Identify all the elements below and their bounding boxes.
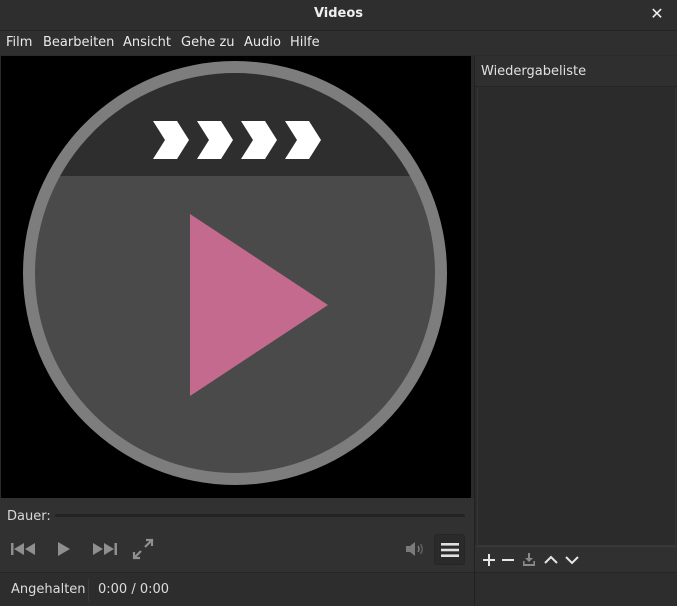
save-download-icon[interactable] [520, 551, 538, 569]
volume-icon[interactable] [404, 540, 426, 558]
hamburger-menu-icon[interactable] [434, 534, 465, 565]
seek-bar[interactable] [55, 514, 465, 517]
menu-bar: Film Bearbeiten Ansicht Gehe zu Audio Hi… [0, 31, 677, 55]
menu-film[interactable]: Film [6, 35, 32, 50]
menu-bearbeiten[interactable]: Bearbeiten [43, 35, 114, 50]
minus-icon[interactable] [499, 551, 517, 569]
menu-audio[interactable]: Audio [244, 35, 281, 50]
play-icon[interactable] [55, 539, 73, 559]
status-bar: Angehalten 0:00 / 0:00 [0, 572, 474, 606]
menu-hilfe[interactable]: Hilfe [290, 35, 320, 50]
close-icon[interactable]: ✕ [649, 4, 665, 24]
chevron-down-icon[interactable] [562, 551, 582, 569]
player-controls: Dauer: [0, 498, 474, 572]
video-area[interactable] [1, 56, 471, 498]
skip-next-icon[interactable] [90, 540, 118, 558]
menu-ansicht[interactable]: Ansicht [123, 35, 171, 50]
playback-time: 0:00 / 0:00 [98, 582, 170, 597]
chevron-up-icon[interactable] [541, 551, 561, 569]
fullscreen-icon[interactable] [131, 537, 155, 561]
skip-previous-icon[interactable] [10, 540, 38, 558]
playlist-view[interactable] [477, 88, 676, 546]
sidebar-header: Wiedergabeliste [475, 56, 677, 87]
window-title: Videos [313, 6, 364, 21]
plus-icon[interactable] [480, 551, 498, 569]
playlist-sidebar: Wiedergabeliste [474, 56, 677, 572]
status-divider [88, 579, 89, 601]
title-bar: Videos ✕ [0, 0, 677, 31]
playback-state: Angehalten [11, 582, 86, 597]
sidebar-footer [474, 572, 677, 606]
sidebar-title: Wiedergabeliste [481, 64, 587, 79]
duration-label: Dauer: [7, 509, 51, 524]
playlist-toolbar [475, 546, 677, 572]
totem-film-reel-play-icon [23, 61, 447, 485]
menu-gehe-zu[interactable]: Gehe zu [181, 35, 235, 50]
